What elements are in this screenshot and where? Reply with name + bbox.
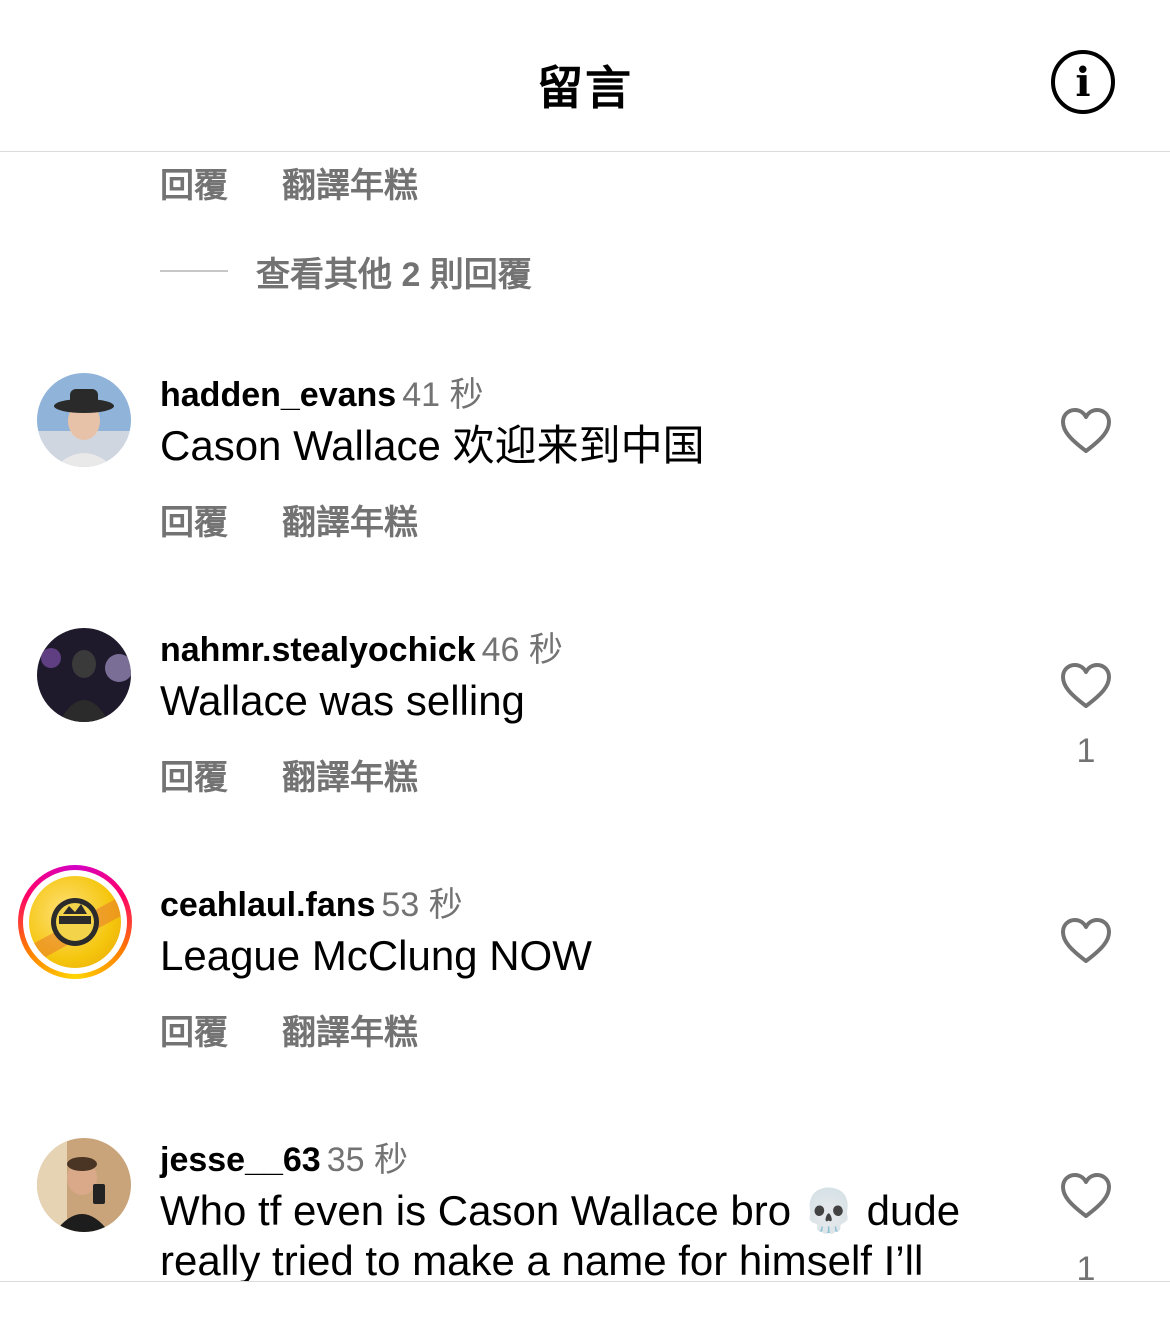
username[interactable]: nahmr.stealyochick [160, 631, 476, 669]
view-more-replies[interactable]: 查看其他 2 則回覆 [160, 248, 532, 294]
timestamp: 53 秒 [381, 886, 463, 924]
reply-button[interactable]: 回覆 [160, 495, 228, 544]
comment-item: hadden_evans 41 秒 Cason Wallace 欢迎来到中国 回覆… [0, 367, 1170, 547]
comment-actions: 回覆 翻譯年糕 [160, 495, 418, 544]
reply-button[interactable]: 回覆 [160, 1005, 228, 1054]
comment-actions: 回覆 翻譯年糕 [160, 750, 418, 799]
heart-icon[interactable] [1060, 407, 1112, 455]
heart-icon[interactable] [1060, 1172, 1112, 1220]
username[interactable]: hadden_evans [160, 376, 396, 414]
comment-text: Cason Wallace 欢迎来到中国 [160, 422, 705, 469]
avatar[interactable] [37, 1138, 131, 1232]
avatar [29, 876, 121, 968]
like-count: 1 [1076, 732, 1096, 770]
avatar[interactable] [37, 373, 131, 467]
reply-button[interactable]: 回覆 [160, 750, 228, 799]
translate-button[interactable]: 翻譯年糕 [282, 750, 418, 799]
comment-username[interactable]: ceahlaul.fans 53 秒 [160, 877, 463, 926]
info-icon[interactable]: i [1051, 50, 1115, 114]
comment-text: League McClung NOW [160, 932, 592, 979]
comment-text-line: Who tf even is Cason Wallace bro 💀 dude [160, 1187, 961, 1234]
comment-actions: 回覆 翻譯年糕 [160, 158, 418, 207]
comment-username[interactable]: jesse__63 35 秒 [160, 1132, 408, 1181]
comment-text: Wallace was selling [160, 677, 525, 724]
comment-text-line: really tried to make a name for himself … [160, 1237, 924, 1284]
translate-button[interactable]: 翻譯年糕 [282, 1005, 418, 1054]
view-more-replies-label: 查看其他 2 則回覆 [256, 255, 532, 294]
avatar[interactable] [37, 628, 131, 722]
translate-button[interactable]: 翻譯年糕 [282, 158, 418, 207]
comment-item: jesse__63 35 秒 Who tf even is Cason Walla… [0, 1132, 1170, 1292]
comment-text: Who tf even is Cason Wallace bro 💀 dude … [160, 1186, 1020, 1286]
comment-actions: 回覆 翻譯年糕 [160, 1005, 418, 1054]
username[interactable]: jesse__63 [160, 1141, 321, 1179]
timestamp: 35 秒 [326, 1141, 408, 1179]
username[interactable]: ceahlaul.fans [160, 886, 375, 924]
comment-item: nahmr.stealyochick 46 秒 Wallace was selli… [0, 622, 1170, 802]
timestamp: 41 秒 [402, 376, 484, 414]
page-title: 留言 [537, 62, 633, 114]
header-bar: 留言 i [0, 0, 1170, 152]
divider-line [160, 270, 228, 272]
heart-icon[interactable] [1060, 662, 1112, 710]
reply-button[interactable]: 回覆 [160, 158, 228, 207]
comment-item: ceahlaul.fans 53 秒 League McClung NOW 回覆 翻… [0, 865, 1170, 1057]
timestamp: 46 秒 [481, 631, 563, 669]
heart-icon[interactable] [1060, 917, 1112, 965]
bottom-bar [0, 1281, 1170, 1333]
comment-username[interactable]: nahmr.stealyochick 46 秒 [160, 622, 563, 671]
translate-button[interactable]: 翻譯年糕 [282, 495, 418, 544]
avatar-story-ring[interactable] [18, 865, 132, 979]
comment-username[interactable]: hadden_evans 41 秒 [160, 367, 483, 416]
